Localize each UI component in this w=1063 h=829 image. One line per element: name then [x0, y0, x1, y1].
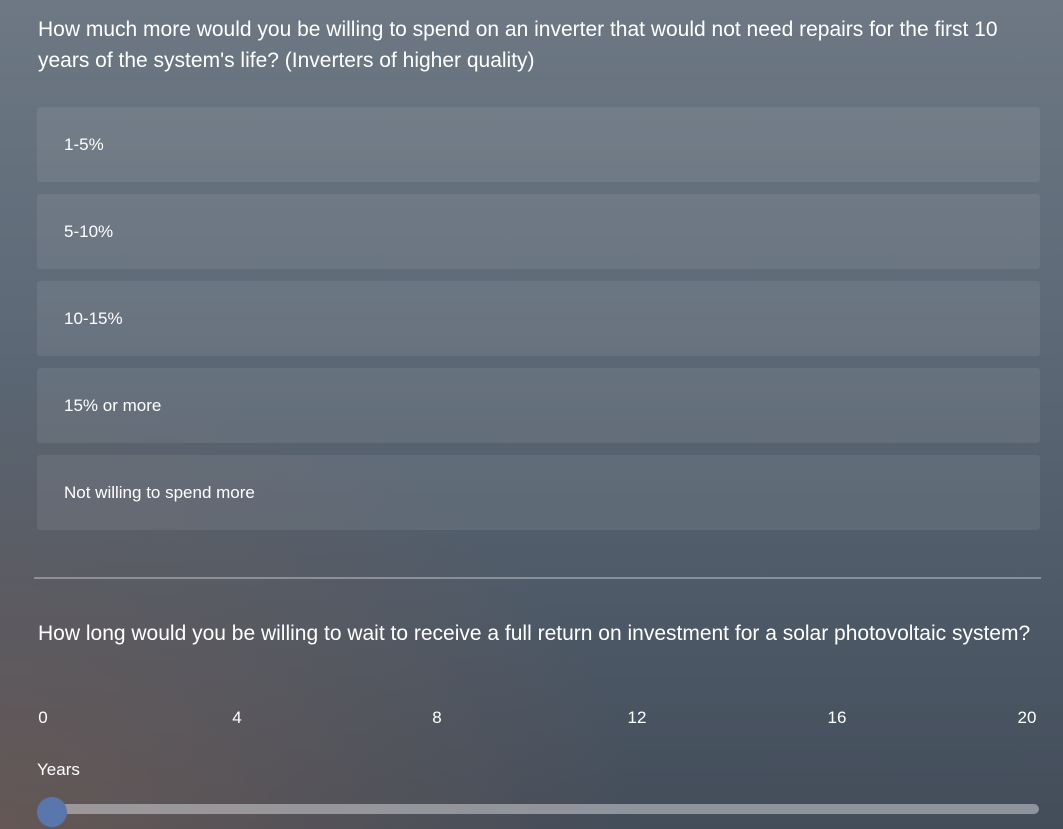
option-label: 10-15%: [64, 308, 123, 328]
option-not-willing[interactable]: Not willing to spend more: [37, 455, 1040, 530]
tick-label: 0: [38, 708, 48, 727]
question-1-title: How much more would you be willing to sp…: [38, 18, 998, 72]
tick-label: 4: [232, 708, 242, 727]
option-1-5-percent[interactable]: 1-5%: [37, 107, 1040, 182]
option-label: Not willing to spend more: [64, 482, 255, 502]
slider-track[interactable]: [46, 804, 1039, 814]
slider-thumb[interactable]: [37, 797, 67, 827]
tick-label: 16: [827, 708, 847, 727]
option-label: 5-10%: [64, 221, 114, 241]
slider-unit-label: Years: [37, 760, 80, 779]
answer-options: 1-5% 5-10% 10-15% 15% or more Not willin…: [37, 107, 1040, 542]
option-label: 15% or more: [64, 395, 162, 415]
question-2-title: How long would you be willing to wait to…: [38, 622, 1031, 645]
tick-label: 20: [1017, 708, 1037, 727]
tick-label: 12: [627, 708, 647, 727]
option-label: 1-5%: [64, 134, 104, 154]
tick-label: 8: [432, 708, 442, 727]
option-10-15-percent[interactable]: 10-15%: [37, 281, 1040, 356]
option-15-percent-or-more[interactable]: 15% or more: [37, 368, 1040, 443]
section-divider: [34, 577, 1041, 579]
slider-tick-labels: 0 4 8 12 16 20: [0, 706, 1063, 730]
option-5-10-percent[interactable]: 5-10%: [37, 194, 1040, 269]
